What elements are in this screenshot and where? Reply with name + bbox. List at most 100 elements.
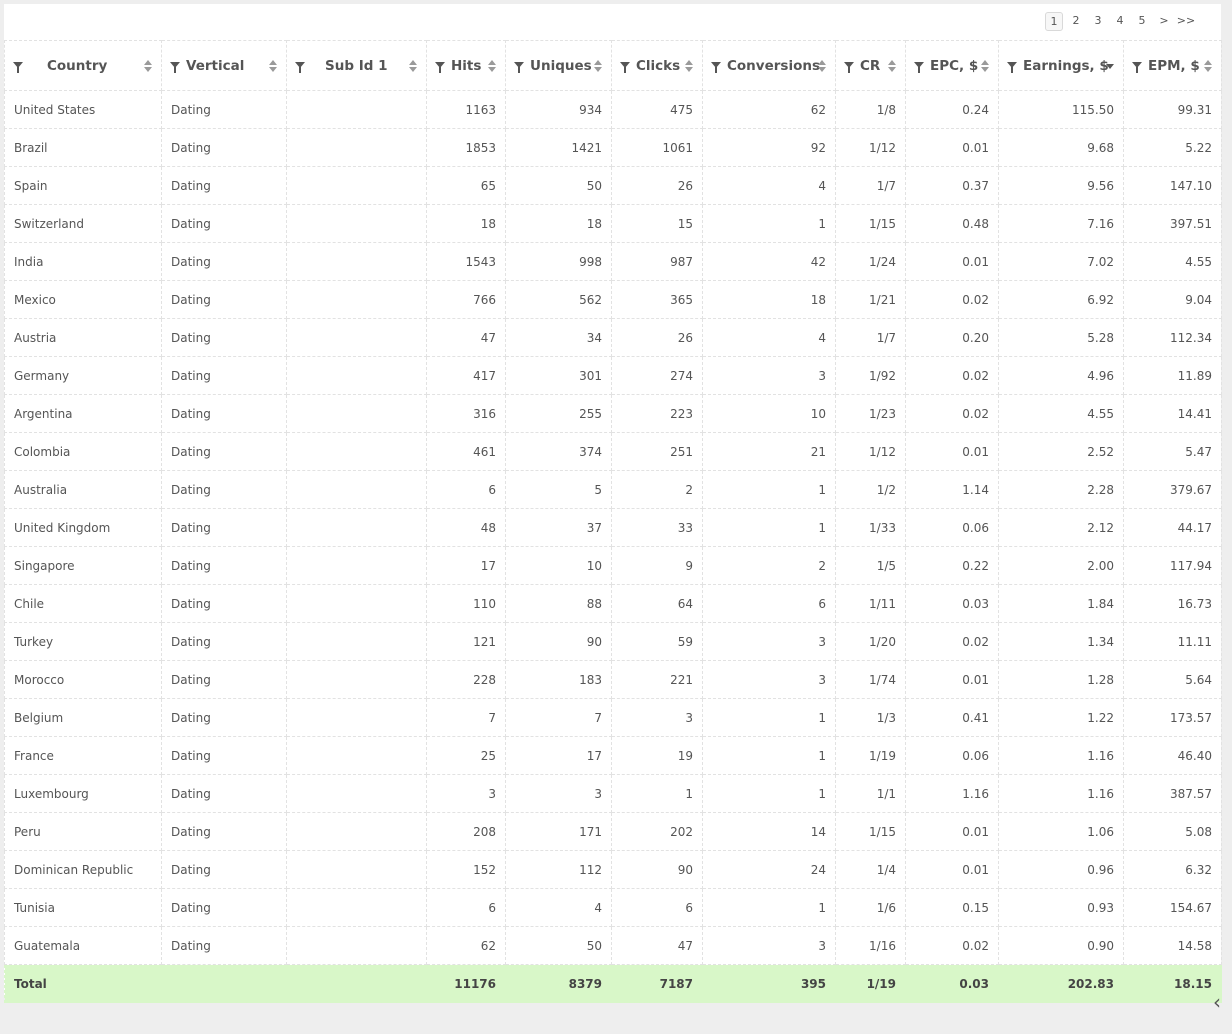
cell-hits: 1853 xyxy=(426,128,506,167)
cell-country: Turkey xyxy=(4,622,162,661)
sort-icon[interactable] xyxy=(488,59,497,72)
cell-epc: 0.03 xyxy=(905,964,999,1003)
cell-country: Singapore xyxy=(4,546,162,585)
sort-icon[interactable] xyxy=(685,59,694,72)
column-header-epc[interactable]: EPC, $ xyxy=(905,40,999,91)
column-header-subid[interactable]: Sub Id 1 xyxy=(286,40,427,91)
cell-uniques: 88 xyxy=(505,584,612,623)
column-header-clicks[interactable]: Clicks xyxy=(611,40,703,91)
cell-vertical: Dating xyxy=(161,90,287,129)
sort-icon[interactable] xyxy=(981,59,990,72)
column-header-hits[interactable]: Hits xyxy=(426,40,506,91)
cell-epc: 0.02 xyxy=(905,356,999,395)
column-header-vertical[interactable]: Vertical xyxy=(161,40,287,91)
cell-country: United Kingdom xyxy=(4,508,162,547)
cell-country: Austria xyxy=(4,318,162,357)
sort-desc-icon[interactable] xyxy=(1106,60,1115,72)
chevron-left-icon[interactable]: ‹ xyxy=(1213,992,1221,1012)
last-page-link[interactable]: >> xyxy=(1175,12,1197,31)
column-header-epm[interactable]: EPM, $ xyxy=(1123,40,1222,91)
cell-conversions: 3 xyxy=(702,926,836,965)
column-label: Earnings, $ xyxy=(1023,57,1109,74)
table-row: Singapore Dating 17 10 9 2 1/5 0.22 2.00 117.94 xyxy=(4,546,1222,585)
cell-vertical: Dating xyxy=(161,356,287,395)
page-5-link[interactable]: 5 xyxy=(1131,12,1153,31)
page-3-link[interactable]: 3 xyxy=(1087,12,1109,31)
cell-cr: 1/1 xyxy=(835,774,906,813)
column-header-earnings[interactable]: Earnings, $ xyxy=(998,40,1124,91)
cell-epc: 0.01 xyxy=(905,432,999,471)
cell-clicks: 202 xyxy=(611,812,703,851)
column-header-cr[interactable]: CR xyxy=(835,40,906,91)
filter-icon[interactable] xyxy=(170,61,180,73)
cell-country: Spain xyxy=(4,166,162,205)
sort-icon[interactable] xyxy=(594,59,603,72)
cell-epc: 0.01 xyxy=(905,128,999,167)
cell-vertical: Dating xyxy=(161,622,287,661)
filter-icon[interactable] xyxy=(1132,61,1142,73)
table-row: Turkey Dating 121 90 59 3 1/20 0.02 1.34 11.11 xyxy=(4,622,1222,661)
column-label: Country xyxy=(47,57,108,74)
filter-icon[interactable] xyxy=(620,61,630,73)
cell-uniques: 50 xyxy=(505,926,612,965)
cell-earnings: 202.83 xyxy=(998,964,1124,1003)
cell-clicks: 987 xyxy=(611,242,703,281)
sort-icon[interactable] xyxy=(1204,59,1213,72)
sort-icon[interactable] xyxy=(144,59,153,72)
cell-epm: 99.31 xyxy=(1123,90,1222,129)
cell-subid xyxy=(286,546,427,585)
cell-conversions: 42 xyxy=(702,242,836,281)
cell-hits: 208 xyxy=(426,812,506,851)
cell-vertical: Dating xyxy=(161,888,287,927)
cell-conversions: 3 xyxy=(702,622,836,661)
cell-clicks: 251 xyxy=(611,432,703,471)
filter-icon[interactable] xyxy=(514,61,524,73)
column-header-country[interactable]: Country xyxy=(4,40,162,91)
cell-cr: 1/12 xyxy=(835,128,906,167)
cell-conversions: 21 xyxy=(702,432,836,471)
page-2-link[interactable]: 2 xyxy=(1065,12,1087,31)
cell-hits: 152 xyxy=(426,850,506,889)
column-header-uniques[interactable]: Uniques xyxy=(505,40,612,91)
filter-icon[interactable] xyxy=(435,61,445,73)
table-row: Dominican Republic Dating 152 112 90 24 1/4 0.0… xyxy=(4,850,1222,889)
sort-icon[interactable] xyxy=(269,59,278,72)
cell-earnings: 4.96 xyxy=(998,356,1124,395)
cell-uniques: 4 xyxy=(505,888,612,927)
cell-subid xyxy=(286,508,427,547)
filter-icon[interactable] xyxy=(844,61,854,73)
cell-subid xyxy=(286,90,427,129)
cell-vertical: Dating xyxy=(161,204,287,243)
cell-hits: 1163 xyxy=(426,90,506,129)
cell-cr: 1/8 xyxy=(835,90,906,129)
sort-icon[interactable] xyxy=(409,59,418,72)
filter-icon[interactable] xyxy=(13,61,23,73)
page-1-link[interactable]: 1 xyxy=(1045,12,1063,31)
cell-country: Colombia xyxy=(4,432,162,471)
sort-icon[interactable] xyxy=(818,59,827,72)
column-label: CR xyxy=(860,57,881,74)
cell-conversions: 6 xyxy=(702,584,836,623)
cell-clicks: 221 xyxy=(611,660,703,699)
filter-icon[interactable] xyxy=(914,61,924,73)
next-page-link[interactable]: > xyxy=(1153,12,1175,31)
column-header-conversions[interactable]: Conversions xyxy=(702,40,836,91)
filter-icon[interactable] xyxy=(711,61,721,73)
cell-uniques: 7 xyxy=(505,698,612,737)
table-row: Brazil Dating 1853 1421 1061 92 1/12 0.01 9.68 5.… xyxy=(4,128,1222,167)
cell-country: France xyxy=(4,736,162,775)
table-row: Germany Dating 417 301 274 3 1/92 0.02 4.96 11.89 xyxy=(4,356,1222,395)
cell-vertical: Dating xyxy=(161,242,287,281)
page-4-link[interactable]: 4 xyxy=(1109,12,1131,31)
cell-hits: 1543 xyxy=(426,242,506,281)
cell-hits: 47 xyxy=(426,318,506,357)
cell-clicks: 274 xyxy=(611,356,703,395)
cell-earnings: 2.12 xyxy=(998,508,1124,547)
sort-icon[interactable] xyxy=(888,59,897,72)
cell-uniques: 998 xyxy=(505,242,612,281)
filter-icon[interactable] xyxy=(295,61,305,73)
cell-subid xyxy=(286,584,427,623)
filter-icon[interactable] xyxy=(1007,61,1017,73)
cell-epc: 0.06 xyxy=(905,736,999,775)
cell-subid xyxy=(286,242,427,281)
